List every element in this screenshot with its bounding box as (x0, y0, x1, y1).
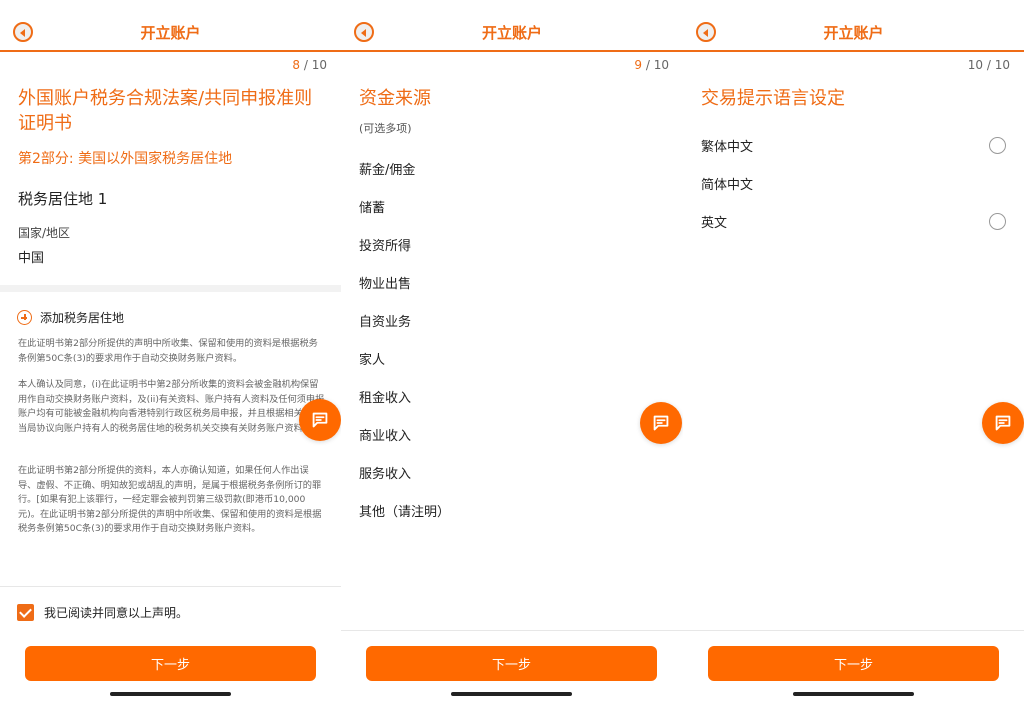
progress-bar (341, 50, 683, 52)
list-item[interactable]: 薪金/佣金 (359, 152, 665, 190)
agree-checkbox-row[interactable]: 我已阅读并同意以上声明。 (17, 604, 188, 621)
country-value[interactable]: 中国 (18, 247, 325, 266)
footer-divider (0, 586, 341, 587)
next-button[interactable]: 下一步 (366, 646, 657, 681)
page-counter: 9 / 10 (634, 58, 669, 72)
language-content: 交易提示语言设定 (701, 86, 1008, 111)
declaration-paragraph-3: 在此证明书第2部分所提供的资料，本人亦确认知道，如果任何人作出误导、虚假、不正确… (18, 465, 322, 534)
add-tax-residence-button[interactable]: 添加税务居住地 (17, 309, 124, 326)
page-current: 8 (292, 58, 301, 72)
screen-tax-certificate: 开立账户 8 / 10 外国账户税务合规法案/共同申报准则证明书 第2部分: 美… (0, 0, 341, 705)
home-indicator (110, 692, 231, 696)
page-total: / 10 (986, 58, 1010, 72)
next-button[interactable]: 下一步 (708, 646, 999, 681)
page-current: 9 (634, 58, 643, 72)
screen-source-of-funds: 开立账户 9 / 10 资金来源 (可选多项) 薪金/佣金 储蓄 投资所得 物业… (341, 0, 683, 705)
page-title: 资金来源 (359, 88, 431, 109)
checkbox-checked-icon[interactable] (17, 604, 34, 621)
language-option-label: 简体中文 (701, 177, 754, 193)
footer-divider (683, 630, 1024, 631)
progress-bar (0, 50, 341, 52)
header: 开立账户 (341, 0, 683, 52)
funds-list: 薪金/佣金 储蓄 投资所得 物业出售 自资业务 家人 租金收入 商业收入 服务收… (359, 152, 665, 532)
language-options: 繁体中文 简体中文 英文 (701, 126, 1006, 240)
list-item[interactable]: 服务收入 (359, 456, 665, 494)
declaration-paragraph-1: 在此证明书第2部分所提供的声明中所收集、保留和使用的资料是根据税务条例第50C条… (18, 338, 318, 364)
header-title: 开立账户 (140, 24, 201, 42)
language-option-english[interactable]: 英文 (701, 202, 1006, 240)
residence-title: 税务居住地 1 (18, 190, 108, 208)
language-option-simplified[interactable]: 简体中文 (701, 164, 1006, 202)
section-subtitle: 第2部分: 美国以外国家税务居住地 (18, 151, 233, 167)
add-tax-residence-label: 添加税务居住地 (40, 311, 125, 325)
header-title: 开立账户 (481, 24, 542, 42)
progress-fill (341, 50, 649, 52)
country-label: 国家/地区 (18, 226, 71, 240)
certificate-content: 外国账户税务合规法案/共同申报准则证明书 第2部分: 美国以外国家税务居住地 税… (18, 86, 325, 266)
list-item[interactable]: 投资所得 (359, 228, 665, 266)
list-item[interactable]: 物业出售 (359, 266, 665, 304)
home-indicator (451, 692, 572, 696)
declaration-paragraph-2: 本人确认及同意，(i)在此证明书中第2部分所收集的资料会被金融机构保留用作自动交… (18, 379, 325, 434)
screen-language-setting: 开立账户 10 / 10 交易提示语言设定 繁体中文 简体中文 英文 下一步 (683, 0, 1024, 705)
radio-button[interactable] (989, 212, 1006, 230)
funds-content: 资金来源 (可选多项) (359, 86, 667, 136)
chat-bubble-svg (995, 415, 1011, 431)
chat-bubble-icon[interactable] (640, 402, 682, 444)
language-option-label: 繁体中文 (701, 139, 754, 155)
page-title: 交易提示语言设定 (701, 88, 845, 109)
chat-bubble-icon[interactable] (299, 399, 341, 441)
progress-fill (683, 50, 1024, 52)
page-total: / 10 (645, 58, 669, 72)
section-divider (0, 285, 341, 292)
progress-bar (683, 50, 1024, 52)
page-current: 10 (967, 58, 984, 72)
radio-button-selected[interactable] (989, 175, 1006, 192)
header-title: 开立账户 (823, 24, 884, 42)
chat-bubble-svg (312, 412, 328, 428)
chat-bubble-icon[interactable] (982, 402, 1024, 444)
plus-circle-icon (17, 310, 32, 325)
footer-divider (341, 630, 683, 631)
list-item[interactable]: 自资业务 (359, 304, 665, 342)
list-item[interactable]: 商业收入 (359, 418, 665, 456)
list-item[interactable]: 其他（请注明） (359, 494, 665, 532)
page-total: / 10 (303, 58, 327, 72)
header: 开立账户 (0, 0, 341, 52)
page-counter: 10 / 10 (968, 58, 1010, 72)
list-item[interactable]: 家人 (359, 342, 665, 380)
home-indicator (793, 692, 914, 696)
next-button[interactable]: 下一步 (25, 646, 316, 681)
page-subtitle: (可选多项) (359, 122, 412, 135)
page-counter: 8 / 10 (292, 58, 327, 72)
progress-fill (0, 50, 273, 52)
radio-button[interactable] (989, 136, 1006, 154)
language-option-label: 英文 (701, 215, 728, 231)
page-title: 外国账户税务合规法案/共同申报准则证明书 (18, 88, 313, 134)
list-item[interactable]: 租金收入 (359, 380, 665, 418)
language-option-traditional[interactable]: 繁体中文 (701, 126, 1006, 164)
agree-label: 我已阅读并同意以上声明。 (44, 606, 189, 620)
chat-bubble-svg (653, 415, 669, 431)
list-item[interactable]: 储蓄 (359, 190, 665, 228)
header: 开立账户 (683, 0, 1024, 52)
